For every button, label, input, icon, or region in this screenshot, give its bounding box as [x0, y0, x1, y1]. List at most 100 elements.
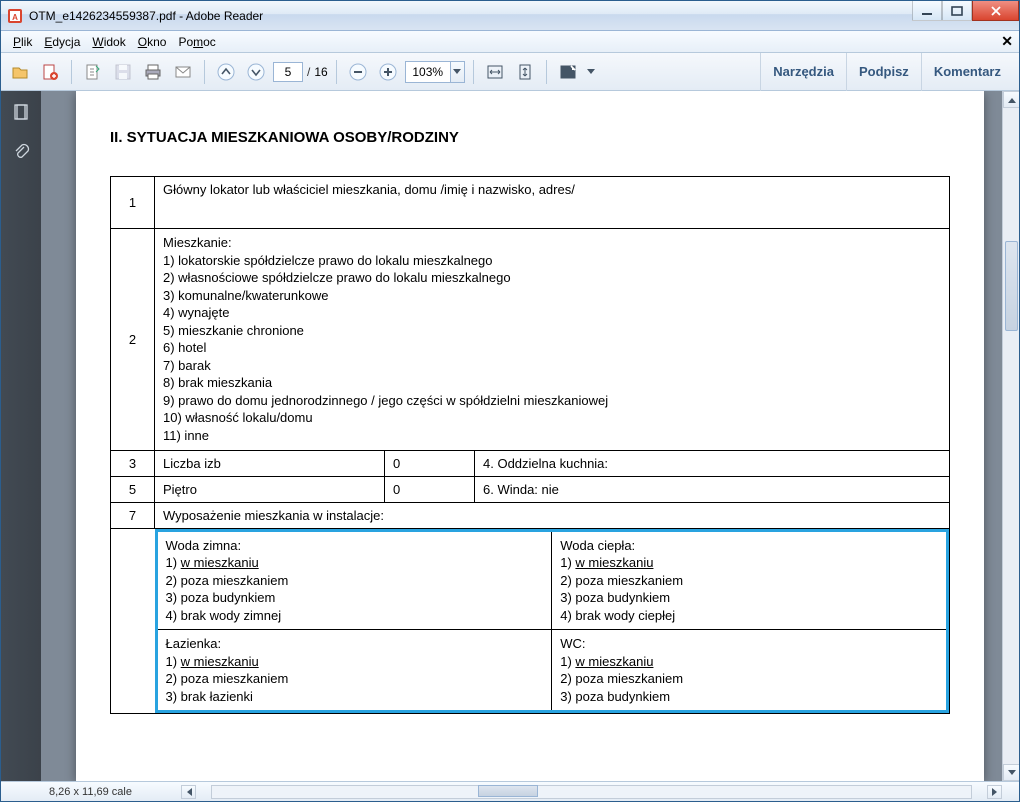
menu-pomoc[interactable]: Pomoc	[172, 33, 221, 51]
toolbar-sep-5	[546, 60, 547, 84]
close-button[interactable]	[972, 1, 1019, 21]
save-button[interactable]	[110, 59, 136, 85]
minimize-button[interactable]	[912, 1, 942, 21]
statusbar: 8,26 x 11,69 cale	[1, 781, 1019, 801]
row2-item-3: 4) wynajęte	[163, 304, 941, 322]
row2-item-5: 6) hotel	[163, 339, 941, 357]
lazienka-1: 2) poza mieszkaniem	[166, 670, 544, 688]
comment-button[interactable]: Komentarz	[921, 53, 1013, 91]
open-file-button[interactable]	[7, 59, 33, 85]
svg-text:A: A	[12, 13, 18, 22]
document-canvas[interactable]: II. SYTUACJA MIESZKANIOWA OSOBY/RODZINY …	[41, 91, 1019, 781]
hscroll-thumb[interactable]	[478, 785, 538, 797]
menu-okno[interactable]: Okno	[132, 33, 173, 51]
lazienka-cell: Łazienka: 1) w mieszkaniu 2) poza mieszk…	[158, 630, 552, 711]
hscroll-right-icon[interactable]	[987, 785, 1002, 799]
woda-zimna-2: 3) poza budynkiem	[166, 589, 544, 607]
woda-zimna-3: 4) brak wody zimnej	[166, 607, 544, 625]
doc-table: 1 Główny lokator lub właściciel mieszkan…	[110, 176, 950, 714]
wc-title: WC:	[560, 635, 938, 653]
zoom-out-button[interactable]	[345, 59, 371, 85]
wc-2: 3) poza budynkiem	[560, 688, 938, 706]
menu-widok[interactable]: Widok	[86, 33, 131, 51]
page-down-button[interactable]	[243, 59, 269, 85]
row1-num: 1	[111, 177, 155, 229]
toolbar: / 16 Narzędzia Podpisz Komentarz	[1, 53, 1019, 91]
scroll-up-icon[interactable]	[1003, 91, 1019, 108]
tools-button[interactable]: Narzędzia	[760, 53, 846, 91]
row7-num: 7	[111, 502, 155, 528]
fit-width-button[interactable]	[482, 59, 508, 85]
fit-page-button[interactable]	[512, 59, 538, 85]
window-buttons	[912, 1, 1019, 21]
horizontal-scrollbar[interactable]	[181, 784, 1002, 800]
sidebar	[1, 91, 41, 781]
menubar-close-icon[interactable]: ✕	[1001, 33, 1013, 50]
row2-item-7: 8) brak mieszkania	[163, 374, 941, 392]
row-install-num	[111, 528, 155, 714]
read-mode-button[interactable]	[555, 59, 581, 85]
attachments-icon[interactable]	[6, 137, 36, 167]
row3-val: 0	[385, 450, 475, 476]
page-current-input[interactable]	[273, 62, 303, 82]
page-dimensions: 8,26 x 11,69 cale	[49, 786, 132, 798]
row3-num: 3	[111, 450, 155, 476]
woda-zimna-title: Woda zimna:	[166, 537, 544, 555]
read-mode-dd[interactable]	[585, 59, 597, 85]
highlight-box: Woda zimna: 1) w mieszkaniu 2) poza mies…	[155, 529, 950, 714]
row3-label: Liczba izb	[155, 450, 385, 476]
woda-zimna-cell: Woda zimna: 1) w mieszkaniu 2) poza mies…	[158, 532, 552, 630]
zoom-dropdown-icon[interactable]	[450, 62, 464, 82]
zoom-input[interactable]	[406, 64, 450, 80]
toolbar-sep-3	[336, 60, 337, 84]
scroll-down-icon[interactable]	[1003, 764, 1019, 781]
row2-item-4: 5) mieszkanie chronione	[163, 322, 941, 340]
row2-item-2: 3) komunalne/kwaterunkowe	[163, 287, 941, 305]
row2-num: 2	[111, 229, 155, 451]
app-window: A OTM_e1426234559387.pdf - Adobe Reader …	[0, 0, 1020, 802]
row2-item-8: 9) prawo do domu jednorodzinnego / jego …	[163, 392, 941, 410]
lazienka-2: 3) brak łazienki	[166, 688, 544, 706]
export-button[interactable]	[80, 59, 106, 85]
hscroll-left-icon[interactable]	[181, 785, 196, 799]
toolbar-sep-2	[204, 60, 205, 84]
woda-ciepla-cell: Woda ciepła: 1) w mieszkaniu 2) poza mie…	[552, 532, 946, 630]
email-button[interactable]	[170, 59, 196, 85]
pdf-page: II. SYTUACJA MIESZKANIOWA OSOBY/RODZINY …	[76, 91, 984, 781]
zoom-box	[405, 61, 465, 83]
print-button[interactable]	[140, 59, 166, 85]
vertical-scrollbar[interactable]	[1002, 91, 1019, 781]
scroll-thumb[interactable]	[1005, 241, 1018, 331]
menubar: Plik Edycja Widok Okno Pomoc ✕	[1, 31, 1019, 53]
sign-button[interactable]: Podpisz	[846, 53, 921, 91]
row4-label: 4. Oddzielna kuchnia:	[475, 450, 950, 476]
titlebar: A OTM_e1426234559387.pdf - Adobe Reader	[1, 1, 1019, 31]
woda-ciepla-3: 4) brak wody ciepłej	[560, 607, 938, 625]
row2-item-1: 2) własnościowe spółdzielcze prawo do lo…	[163, 269, 941, 287]
thumbnails-icon[interactable]	[6, 97, 36, 127]
row1-text: Główny lokator lub właściciel mieszkania…	[155, 177, 950, 229]
row2-cell: Mieszkanie: 1) lokatorskie spółdzielcze …	[155, 229, 950, 451]
toolbar-sep-1	[71, 60, 72, 84]
toolbar-sep-4	[473, 60, 474, 84]
page-total: 16	[314, 65, 327, 79]
wc-0: 1) w mieszkaniu	[560, 653, 938, 671]
create-pdf-button[interactable]	[37, 59, 63, 85]
zoom-in-button[interactable]	[375, 59, 401, 85]
hscroll-track[interactable]	[211, 785, 972, 799]
right-toolbar: Narzędzia Podpisz Komentarz	[760, 53, 1013, 91]
menu-plik[interactable]: Plik	[7, 33, 38, 51]
row2-item-9: 10) własność lokalu/domu	[163, 409, 941, 427]
row7-label: Wyposażenie mieszkania w instalacje:	[155, 502, 950, 528]
doc-heading: II. SYTUACJA MIESZKANIOWA OSOBY/RODZINY	[110, 129, 950, 146]
row2-item-0: 1) lokatorskie spółdzielcze prawo do lok…	[163, 252, 941, 270]
woda-ciepla-title: Woda ciepła:	[560, 537, 938, 555]
row2-item-10: 11) inne	[163, 427, 941, 445]
wc-1: 2) poza mieszkaniem	[560, 670, 938, 688]
menu-edycja[interactable]: Edycja	[38, 33, 86, 51]
maximize-button[interactable]	[942, 1, 972, 21]
zoom-select[interactable]	[405, 61, 465, 83]
pdf-icon: A	[7, 8, 23, 24]
page-up-button[interactable]	[213, 59, 239, 85]
row5-val: 0	[385, 476, 475, 502]
